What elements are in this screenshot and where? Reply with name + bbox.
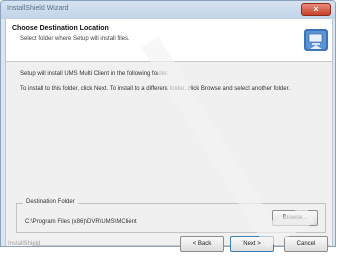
browse-button[interactable]: Browse... xyxy=(272,210,318,226)
back-button[interactable]: < Back xyxy=(180,236,224,252)
install-info-text: Setup will install UMS Multi Client in t… xyxy=(20,71,169,77)
close-button[interactable]: × xyxy=(301,3,331,16)
wizard-client-area: Choose Destination Location Select folde… xyxy=(5,19,333,247)
wizard-header: Choose Destination Location Select folde… xyxy=(6,19,332,62)
window-title: InstallShield Wizard xyxy=(7,5,69,12)
close-icon: × xyxy=(313,4,319,14)
cancel-button[interactable]: Cancel xyxy=(284,236,328,252)
installer-window: InstallShield Wizard × Choose Destinatio… xyxy=(0,0,336,247)
next-button[interactable]: Next > xyxy=(230,236,274,252)
destination-path: C:\Program Files (x86)\DVR\UMS\MClient xyxy=(25,219,137,225)
page-subtitle: Select folder where Setup will install f… xyxy=(20,36,130,42)
installer-computer-icon xyxy=(304,29,328,51)
title-bar[interactable]: InstallShield Wizard × xyxy=(1,1,335,19)
instruction-text: To install to this folder, click Next. T… xyxy=(20,86,290,92)
page-title: Choose Destination Location xyxy=(12,25,109,32)
installshield-brand: InstallShield xyxy=(8,241,41,247)
destination-folder-label: Destination Folder xyxy=(23,199,78,205)
